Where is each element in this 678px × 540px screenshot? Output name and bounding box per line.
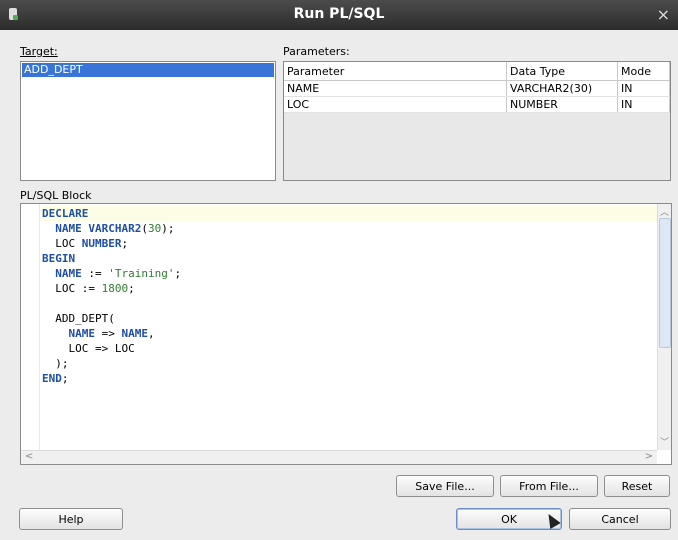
help-label: Help <box>58 513 84 526</box>
window-title: Run PL/SQL <box>293 6 385 22</box>
param-mode-cell[interactable]: IN <box>617 80 670 97</box>
cancel-label: Cancel <box>601 513 639 526</box>
table-row[interactable]: NAME VARCHAR2(30) IN <box>284 80 670 97</box>
from-file-button[interactable]: From File... <box>500 475 598 497</box>
target-label: Target: <box>20 45 58 58</box>
parameters-label-text: Parameters: <box>283 45 350 58</box>
horizontal-scrollbar[interactable]: < > <box>21 450 657 464</box>
param-name-cell[interactable]: NAME <box>284 80 507 97</box>
table-row[interactable]: LOC NUMBER IN <box>284 96 670 113</box>
ok-label: OK <box>501 513 517 526</box>
from-file-label: From File... <box>519 480 579 493</box>
param-mode-cell[interactable]: IN <box>617 96 670 113</box>
code-line[interactable] <box>42 296 658 311</box>
code-line[interactable]: BEGIN <box>42 251 658 266</box>
code-line[interactable]: ); <box>42 356 658 371</box>
cancel-button[interactable]: Cancel <box>569 508 671 530</box>
plsql-editor[interactable]: DECLARE NAME VARCHAR2(30); LOC NUMBER; BE… <box>20 203 672 465</box>
scroll-right-icon[interactable]: > <box>645 451 653 462</box>
help-button[interactable]: Help <box>19 508 123 530</box>
code-line[interactable]: NAME => NAME, <box>42 326 658 341</box>
code-line[interactable]: LOC := 1800; <box>42 281 658 296</box>
reset-button[interactable]: Reset <box>604 475 670 497</box>
title-bar: Run PL/SQL × <box>0 0 678 30</box>
code-line[interactable]: ADD_DEPT( <box>42 311 658 326</box>
editor-gutter <box>21 204 40 450</box>
param-type-cell[interactable]: VARCHAR2(30) <box>506 80 618 97</box>
param-type-cell[interactable]: NUMBER <box>506 96 618 113</box>
code-line[interactable]: LOC => LOC <box>42 341 658 356</box>
vertical-scrollbar[interactable]: ︿ ﹀ <box>657 204 671 450</box>
code-line[interactable]: LOC NUMBER; <box>42 236 658 251</box>
scroll-left-icon[interactable]: < <box>25 451 33 462</box>
plsql-block-label: PL/SQL Block <box>20 189 92 202</box>
code-line[interactable]: END; <box>42 371 658 386</box>
parameters-label: Parameters: <box>283 45 350 58</box>
column-header-mode[interactable]: Mode <box>617 62 670 81</box>
vertical-scroll-thumb[interactable] <box>659 218 671 348</box>
code-line[interactable]: DECLARE <box>42 206 658 221</box>
table-header-row: Parameter Data Type Mode <box>284 62 670 81</box>
close-icon[interactable]: × <box>657 5 670 24</box>
scroll-down-icon[interactable]: ﹀ <box>658 435 671 448</box>
code-line[interactable]: NAME VARCHAR2(30); <box>42 221 658 236</box>
param-name-cell[interactable]: LOC <box>284 96 507 113</box>
save-file-label: Save File... <box>415 480 475 493</box>
parameters-table: Parameter Data Type Mode NAME VARCHAR2(3… <box>284 62 670 113</box>
target-label-text: Target: <box>20 45 58 58</box>
column-header-data-type[interactable]: Data Type <box>506 62 618 81</box>
code-area[interactable]: DECLARE NAME VARCHAR2(30); LOC NUMBER; BE… <box>42 206 658 450</box>
column-header-parameter[interactable]: Parameter <box>284 62 507 81</box>
parameters-table-container: Parameter Data Type Mode NAME VARCHAR2(3… <box>283 61 671 181</box>
save-file-button[interactable]: Save File... <box>396 475 494 497</box>
scroll-up-icon[interactable]: ︿ <box>658 205 671 218</box>
target-list[interactable]: ADD_DEPT <box>20 61 276 181</box>
reset-label: Reset <box>621 480 653 493</box>
target-item-add-dept[interactable]: ADD_DEPT <box>22 63 274 77</box>
code-line[interactable]: NAME := 'Training'; <box>42 266 658 281</box>
